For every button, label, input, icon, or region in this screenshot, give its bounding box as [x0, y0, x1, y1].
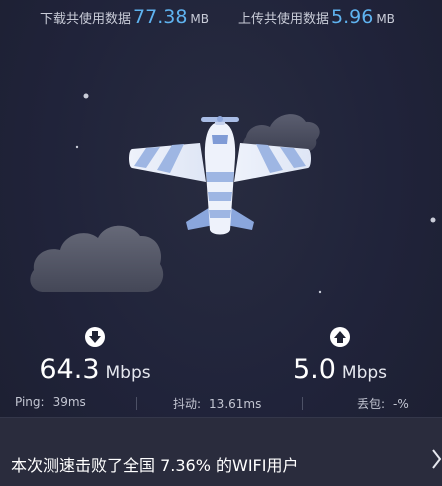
upload-speed-value: 5.0 — [292, 354, 336, 385]
upload-speed-unit: Mbps — [341, 363, 388, 383]
download-usage-value: 77.38 — [133, 6, 188, 28]
ping-metric: Ping: 39ms — [15, 395, 86, 409]
upload-data-usage: 上传共使用数据 5.96 MB — [238, 6, 395, 28]
upload-usage-unit: MB — [376, 12, 395, 26]
packet-loss-value: -% — [393, 397, 409, 411]
download-data-usage: 下载共使用数据 77.38 MB — [40, 6, 209, 28]
arrow-down-circle-icon — [85, 327, 105, 347]
jitter-label: 抖动: — [173, 397, 202, 411]
cloud-icon — [30, 225, 164, 292]
ranking-banner[interactable]: 本次测速击败了全国 7.36% 的WIFI用户 — [0, 417, 442, 486]
jitter-value: 13.61ms — [209, 397, 262, 411]
airplane-illustration — [30, 93, 436, 294]
upload-usage-value: 5.96 — [331, 6, 374, 28]
download-speed: 64.3 Mbps — [0, 326, 190, 385]
divider — [302, 397, 303, 410]
download-speed-value: 64.3 — [39, 354, 100, 385]
upload-speed: 5.0 Mbps — [240, 326, 440, 385]
data-usage-bar: 下载共使用数据 77.38 MB 上传共使用数据 5.96 MB — [0, 6, 442, 32]
chevron-right-icon[interactable] — [432, 448, 442, 470]
divider — [136, 397, 137, 410]
upload-usage-label: 上传共使用数据 — [238, 12, 330, 27]
ping-label: Ping: — [15, 395, 45, 409]
network-metrics: Ping: 39ms 抖动: 13.61ms 丢包: -% — [0, 395, 442, 415]
ping-value: 39ms — [52, 395, 86, 409]
download-usage-unit: MB — [190, 12, 210, 26]
packet-loss-metric: 丢包: -% — [357, 395, 409, 412]
ranking-banner-text: 本次测速击败了全国 7.36% 的WIFI用户 — [11, 456, 299, 475]
download-usage-label: 下载共使用数据 — [40, 12, 132, 27]
speedtest-result-screen: 下载共使用数据 77.38 MB 上传共使用数据 5.96 MB 64.3 Mb… — [0, 0, 442, 486]
download-speed-unit: Mbps — [105, 363, 151, 383]
packet-loss-label: 丢包: — [357, 397, 386, 411]
jitter-metric: 抖动: 13.61ms — [173, 395, 261, 412]
arrow-up-circle-icon — [330, 327, 350, 347]
